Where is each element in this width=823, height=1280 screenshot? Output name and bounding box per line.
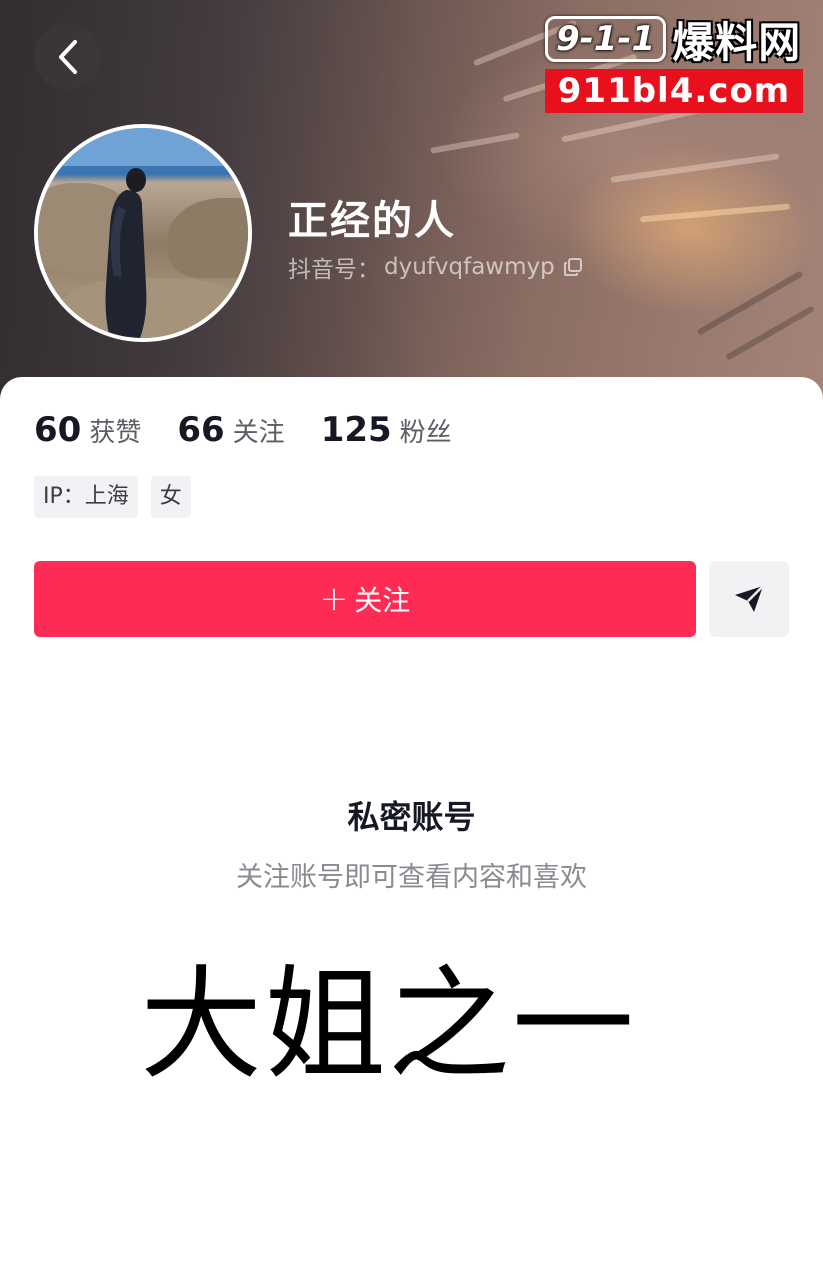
nickname: 正经的人 <box>288 198 456 244</box>
stat-label: 获赞 <box>89 418 142 448</box>
watermark: 9-1-1 爆料网 911bl4.com <box>539 9 810 114</box>
share-icon <box>735 585 764 612</box>
private-account-subtitle: 关注账号即可查看内容和喜欢 <box>236 862 587 893</box>
stat-value: 60 <box>34 410 82 450</box>
stat-likes[interactable]: 60 获赞 <box>34 410 141 450</box>
private-account-title: 私密账号 <box>347 798 476 836</box>
follow-button[interactable]: + 关注 <box>34 561 696 637</box>
plus-icon: + <box>319 579 349 619</box>
douyin-id-label: 抖音号： <box>288 257 380 283</box>
watermark-name: 爆料网 <box>672 17 802 67</box>
share-button[interactable] <box>709 561 789 637</box>
stat-followers[interactable]: 125 粉丝 <box>321 410 452 450</box>
watermark-badge: 9-1-1 <box>545 16 667 62</box>
gender-tag: 女 <box>150 476 191 518</box>
stat-following[interactable]: 66 关注 <box>177 410 284 450</box>
stat-label: 粉丝 <box>399 418 452 448</box>
ip-location-tag: IP：上海 <box>34 476 138 518</box>
stats-row: 60 获赞 66 关注 125 粉丝 <box>34 410 488 454</box>
back-button[interactable] <box>34 23 101 90</box>
copy-icon[interactable] <box>563 257 583 277</box>
douyin-id-value: dyufvqfawmyp <box>384 254 555 280</box>
avatar[interactable] <box>34 124 252 342</box>
overlay-caption: 大姐之一 <box>140 954 636 1096</box>
back-icon <box>58 39 77 74</box>
douyin-id[interactable]: 抖音号： dyufvqfawmyp <box>288 250 583 284</box>
stat-value: 125 <box>320 410 392 450</box>
follow-label: 关注 <box>354 584 411 617</box>
stat-label: 关注 <box>232 418 285 448</box>
profile-tags: IP：上海 女 <box>34 476 204 518</box>
stat-value: 66 <box>177 410 225 450</box>
watermark-url: 911bl4.com <box>545 69 803 113</box>
